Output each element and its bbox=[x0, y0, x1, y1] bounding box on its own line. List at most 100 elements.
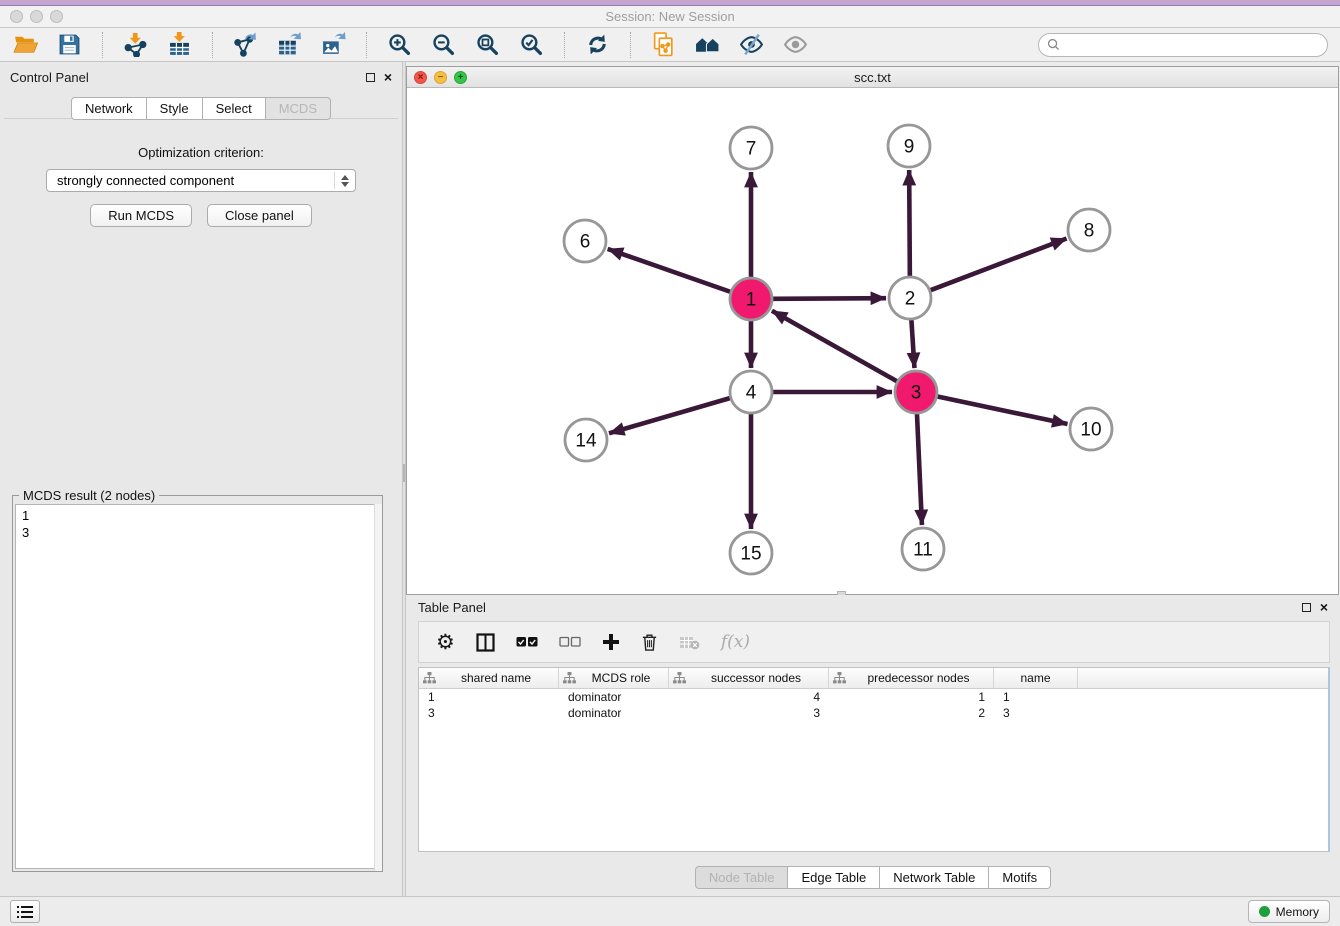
toolbar-separator bbox=[564, 32, 565, 58]
table-cell: dominator bbox=[559, 690, 669, 704]
function-builder-icon-disabled: f(x) bbox=[721, 630, 750, 654]
column-header[interactable]: MCDS role bbox=[559, 668, 669, 688]
search-field[interactable] bbox=[1038, 33, 1328, 57]
column-tree-icon bbox=[423, 672, 436, 684]
refresh-icon[interactable] bbox=[584, 31, 611, 58]
network-window-titlebar[interactable]: × − + scc.txt bbox=[407, 67, 1338, 88]
first-neighbors-icon[interactable] bbox=[694, 31, 721, 58]
graph-edge-3-11[interactable] bbox=[917, 414, 922, 525]
close-panel-icon[interactable]: × bbox=[384, 72, 392, 82]
graph-node-label-9: 9 bbox=[904, 137, 915, 158]
column-header[interactable]: predecessor nodes bbox=[829, 668, 994, 688]
workspace: × − + scc.txt 7968124314101511 bbox=[406, 62, 1340, 896]
tab-node-table[interactable]: Node Table bbox=[695, 866, 789, 889]
close-panel-button[interactable]: Close panel bbox=[207, 204, 312, 227]
graph-node-label-15: 15 bbox=[740, 544, 761, 565]
float-table-panel-icon[interactable] bbox=[1302, 603, 1311, 612]
graph-node-label-2: 2 bbox=[905, 289, 916, 310]
table-cell: 4 bbox=[669, 690, 829, 704]
table-panel-title: Table Panel bbox=[418, 600, 486, 615]
zoom-selected-icon[interactable] bbox=[518, 31, 545, 58]
graph-node-label-4: 4 bbox=[746, 383, 757, 404]
float-panel-icon[interactable] bbox=[366, 73, 375, 82]
column-header[interactable]: shared name bbox=[419, 668, 559, 688]
tab-motifs[interactable]: Motifs bbox=[989, 866, 1051, 889]
import-table-icon[interactable] bbox=[166, 31, 193, 58]
zoom-in-icon[interactable] bbox=[386, 31, 413, 58]
toolbar-separator bbox=[630, 32, 631, 58]
table-cell: 3 bbox=[994, 706, 1078, 720]
splitter-handle[interactable] bbox=[403, 464, 405, 482]
application-window: Session: New Session bbox=[0, 0, 1340, 926]
tab-edge-table[interactable]: Edge Table bbox=[788, 866, 880, 889]
task-history-button[interactable] bbox=[10, 900, 40, 923]
open-session-icon[interactable] bbox=[12, 31, 39, 58]
graph-edge-3-10[interactable] bbox=[938, 397, 1068, 424]
copy-network-icon[interactable] bbox=[650, 31, 677, 58]
graph-node-label-8: 8 bbox=[1084, 221, 1095, 242]
hide-selected-icon[interactable] bbox=[738, 31, 765, 58]
table-row[interactable]: 1dominator411 bbox=[419, 689, 1328, 705]
window-title: Session: New Session bbox=[0, 9, 1340, 24]
network-window-title: scc.txt bbox=[407, 70, 1338, 85]
tab-style[interactable]: Style bbox=[147, 97, 203, 120]
select-all-icon[interactable] bbox=[516, 630, 538, 654]
result-line: 1 bbox=[22, 507, 373, 524]
table-row[interactable]: 3dominator323 bbox=[419, 705, 1328, 721]
zoom-fit-icon[interactable] bbox=[474, 31, 501, 58]
tab-mcds[interactable]: MCDS bbox=[266, 97, 331, 120]
column-header[interactable]: successor nodes bbox=[669, 668, 829, 688]
column-header-label: shared name bbox=[438, 671, 554, 685]
list-icon bbox=[17, 905, 33, 919]
graph-edge-1-6[interactable] bbox=[608, 249, 731, 292]
export-network-icon[interactable] bbox=[232, 31, 259, 58]
column-header[interactable]: name bbox=[994, 668, 1078, 688]
network-canvas[interactable]: 7968124314101511 bbox=[407, 89, 1338, 594]
graph-node-label-3: 3 bbox=[911, 383, 922, 404]
main-toolbar bbox=[0, 28, 1340, 62]
graph-edge-4-14[interactable] bbox=[609, 398, 730, 433]
show-all-icon[interactable] bbox=[782, 31, 809, 58]
run-mcds-button[interactable]: Run MCDS bbox=[90, 204, 192, 227]
table-tabs: Node Table Edge Table Network Table Moti… bbox=[406, 866, 1340, 889]
result-scrollbar[interactable] bbox=[374, 504, 382, 871]
import-network-icon[interactable] bbox=[122, 31, 149, 58]
graph-node-label-1: 1 bbox=[746, 290, 757, 311]
criterion-select[interactable]: strongly connected component bbox=[46, 169, 356, 192]
result-line: 3 bbox=[22, 524, 373, 541]
node-table[interactable]: shared name MCDS role successor nodes prede… bbox=[418, 667, 1330, 852]
graph-edge-2-9[interactable] bbox=[909, 170, 910, 276]
delete-icon[interactable] bbox=[641, 630, 658, 654]
toolbar-separator bbox=[212, 32, 213, 58]
search-input[interactable] bbox=[1065, 38, 1319, 52]
graph-edge-2-8[interactable] bbox=[931, 239, 1067, 291]
graph-edge-3-1[interactable] bbox=[772, 311, 897, 381]
close-table-panel-icon[interactable]: × bbox=[1320, 602, 1328, 612]
graph-node-label-7: 7 bbox=[746, 139, 757, 160]
table-cell: dominator bbox=[559, 706, 669, 720]
tab-select[interactable]: Select bbox=[203, 97, 266, 120]
column-tree-icon bbox=[563, 672, 576, 684]
network-canvas-svg: 7968124314101511 bbox=[407, 89, 1338, 594]
add-column-icon[interactable] bbox=[602, 630, 620, 654]
graph-edge-1-2[interactable] bbox=[773, 298, 886, 299]
show-columns-icon[interactable] bbox=[476, 630, 495, 654]
delete-column-icon-disabled bbox=[679, 630, 700, 654]
save-session-icon[interactable] bbox=[56, 31, 83, 58]
tab-network-table[interactable]: Network Table bbox=[880, 866, 989, 889]
tab-network[interactable]: Network bbox=[71, 97, 147, 120]
column-header-label: successor nodes bbox=[688, 671, 824, 685]
export-table-icon[interactable] bbox=[276, 31, 303, 58]
table-header: shared name MCDS role successor nodes prede… bbox=[419, 668, 1328, 689]
deselect-all-icon[interactable] bbox=[559, 630, 581, 654]
zoom-out-icon[interactable] bbox=[430, 31, 457, 58]
mcds-result-list[interactable]: 13 bbox=[15, 504, 380, 869]
column-tree-icon bbox=[833, 672, 846, 684]
control-panel: Control Panel × Network Style Select MCD… bbox=[0, 62, 402, 896]
table-settings-gear-icon[interactable]: ⚙ bbox=[436, 630, 455, 654]
graph-edge-2-3[interactable] bbox=[911, 320, 914, 368]
graph-node-label-6: 6 bbox=[580, 232, 591, 253]
memory-button[interactable]: Memory bbox=[1248, 900, 1330, 923]
criterion-value: strongly connected component bbox=[57, 173, 234, 188]
export-image-icon[interactable] bbox=[320, 31, 347, 58]
